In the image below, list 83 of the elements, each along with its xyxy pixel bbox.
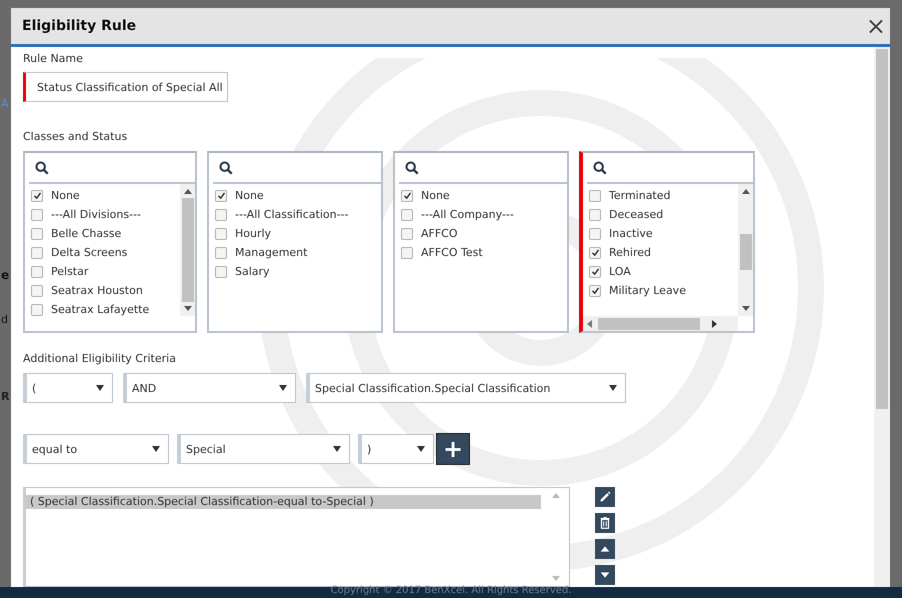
option-label[interactable]: Belle Chasse [51,227,122,240]
checkbox[interactable] [215,228,227,240]
option-label[interactable]: Delta Screens [51,246,128,259]
option-label[interactable]: Deceased [609,208,664,221]
search-icon [219,160,233,174]
scrollbar[interactable] [738,184,753,316]
option-label[interactable]: ---All Divisions--- [51,208,142,221]
close-button[interactable]: × [862,14,890,38]
checkbox[interactable] [589,266,601,278]
checkbox[interactable] [589,284,601,296]
scrollbar[interactable] [874,47,890,587]
option-label[interactable]: ---All Company--- [421,208,514,221]
pencil-button[interactable] [595,487,615,507]
pencil-icon [598,490,612,504]
dropdown[interactable]: Special [177,434,350,464]
option-label[interactable]: ---All Classification--- [235,208,348,221]
search-icon [35,160,49,174]
checkbox[interactable] [31,304,43,316]
option-label[interactable]: None [235,189,264,202]
checkbox[interactable] [215,190,227,202]
criteria-item[interactable]: ( Special Classification.Special Classification-equal to-Special ) [26,495,541,509]
trash-icon [598,516,612,530]
search-icon [593,160,607,174]
checkbox[interactable] [589,228,601,240]
checkbox[interactable] [31,208,43,220]
checkbox[interactable] [589,208,601,220]
field-label: Rule Name [23,51,84,67]
option-label[interactable]: None [51,189,80,202]
checkbox[interactable] [31,266,43,278]
checkbox[interactable] [589,246,601,258]
checkbox[interactable] [31,228,43,240]
dropdown[interactable]: Special Classification.Special Classification [306,373,626,403]
background-text: A [1,97,9,110]
add-button[interactable]: + [436,433,470,465]
checkbox[interactable] [589,190,601,202]
scrollbar[interactable] [583,316,738,331]
background-text: e [1,268,10,282]
search-icon [405,160,419,174]
option-label[interactable]: Seatrax Houston [51,284,143,297]
up-arrow-button[interactable] [595,539,615,559]
checkbox[interactable] [401,246,413,258]
copyright-text: Copyright © 2017 BenXcel. All Rights Reserved. [330,585,572,596]
caret-icon [417,446,425,452]
dropdown[interactable]: AND [123,373,296,403]
option-label[interactable]: Management [235,246,308,259]
section-label: Classes and Status [23,129,128,145]
trash-button[interactable] [595,513,615,533]
checkbox[interactable] [31,246,43,258]
scrollbar[interactable] [180,184,195,316]
checkbox[interactable] [215,208,227,220]
rule-name-field[interactable]: Status Classification of Special All [23,72,228,102]
checkbox[interactable] [401,208,413,220]
background-text: R [1,390,10,403]
section-label: Additional Eligibility Criteria [23,351,177,367]
dropdown[interactable]: ) [358,434,434,464]
background-text: d [1,313,8,326]
option-label[interactable]: Terminated [609,189,670,202]
checkbox[interactable] [401,228,413,240]
option-label[interactable]: AFFCO [421,227,458,240]
caret-icon [279,385,287,391]
dialog-title: Eligibility Rule [22,18,136,34]
checkbox[interactable] [31,190,43,202]
checkbox[interactable] [215,266,227,278]
dropdown[interactable]: ( [23,373,113,403]
checkbox[interactable] [215,246,227,258]
checkbox[interactable] [31,284,43,296]
checkbox[interactable] [401,190,413,202]
option-label[interactable]: Hourly [235,227,272,240]
caret-icon [609,385,617,391]
dropdown[interactable]: equal to [23,434,169,464]
option-label[interactable]: Seatrax Lafayette [51,303,150,316]
caret-icon [333,446,341,452]
option-label[interactable]: LOA [609,265,631,278]
option-label[interactable]: Pelstar [51,265,88,278]
option-label[interactable]: None [421,189,450,202]
option-label[interactable]: Salary [235,265,270,278]
down-arrow-button[interactable] [595,565,615,585]
caret-icon [96,385,104,391]
caret-icon [152,446,160,452]
option-label[interactable]: Rehired [609,246,651,259]
option-label[interactable]: AFFCO Test [421,246,483,259]
option-label[interactable]: Military Leave [609,284,686,297]
option-label[interactable]: Inactive [609,227,653,240]
